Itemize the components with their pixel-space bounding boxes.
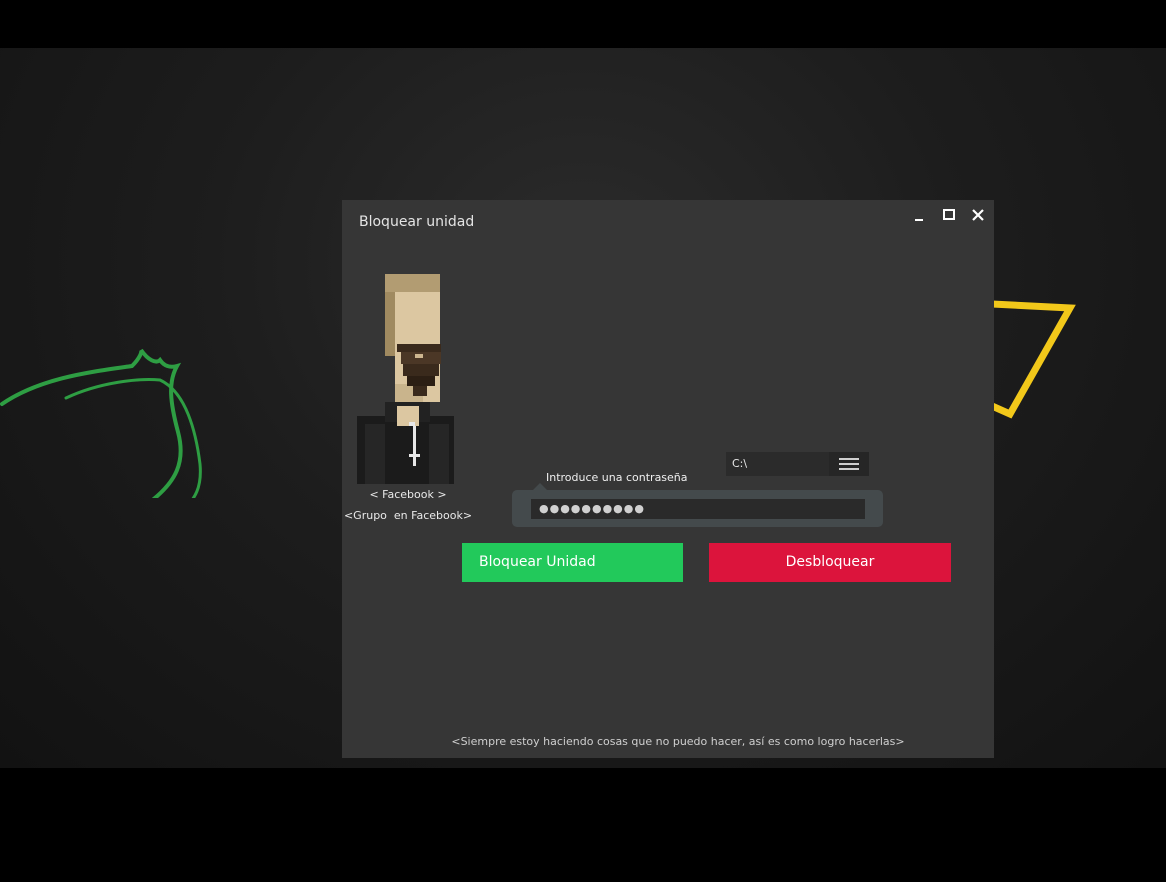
password-panel-pointer <box>533 483 547 490</box>
maximize-icon[interactable] <box>937 206 961 224</box>
password-label: Introduce una contraseña <box>546 471 688 484</box>
drive-path: C:\ <box>732 457 748 470</box>
minimize-icon[interactable] <box>907 206 931 224</box>
lock-drive-button[interactable]: Bloquear Unidad <box>462 543 683 582</box>
yellow-decoration <box>990 300 1076 419</box>
drive-selector[interactable]: C:\ <box>726 452 869 476</box>
unlock-button[interactable]: Desbloquear <box>709 543 951 582</box>
password-panel: ●●●●●●●●●● <box>512 483 883 527</box>
green-decoration <box>0 348 202 498</box>
window-title: Bloquear unidad <box>359 214 475 230</box>
footer-quote: <Siempre estoy haciendo cosas que no pue… <box>451 735 905 748</box>
password-field[interactable]: ●●●●●●●●●● <box>531 499 865 519</box>
facebook-link[interactable]: < Facebook > <box>342 488 474 501</box>
avatar <box>357 274 454 484</box>
facebook-group-link[interactable]: <Grupo en Facebook> <box>342 509 474 522</box>
close-icon[interactable] <box>966 206 990 224</box>
hamburger-menu-icon[interactable] <box>829 452 869 476</box>
lock-drive-window: Bloquear unidad < Facebook > <Grupo en F… <box>342 200 994 758</box>
